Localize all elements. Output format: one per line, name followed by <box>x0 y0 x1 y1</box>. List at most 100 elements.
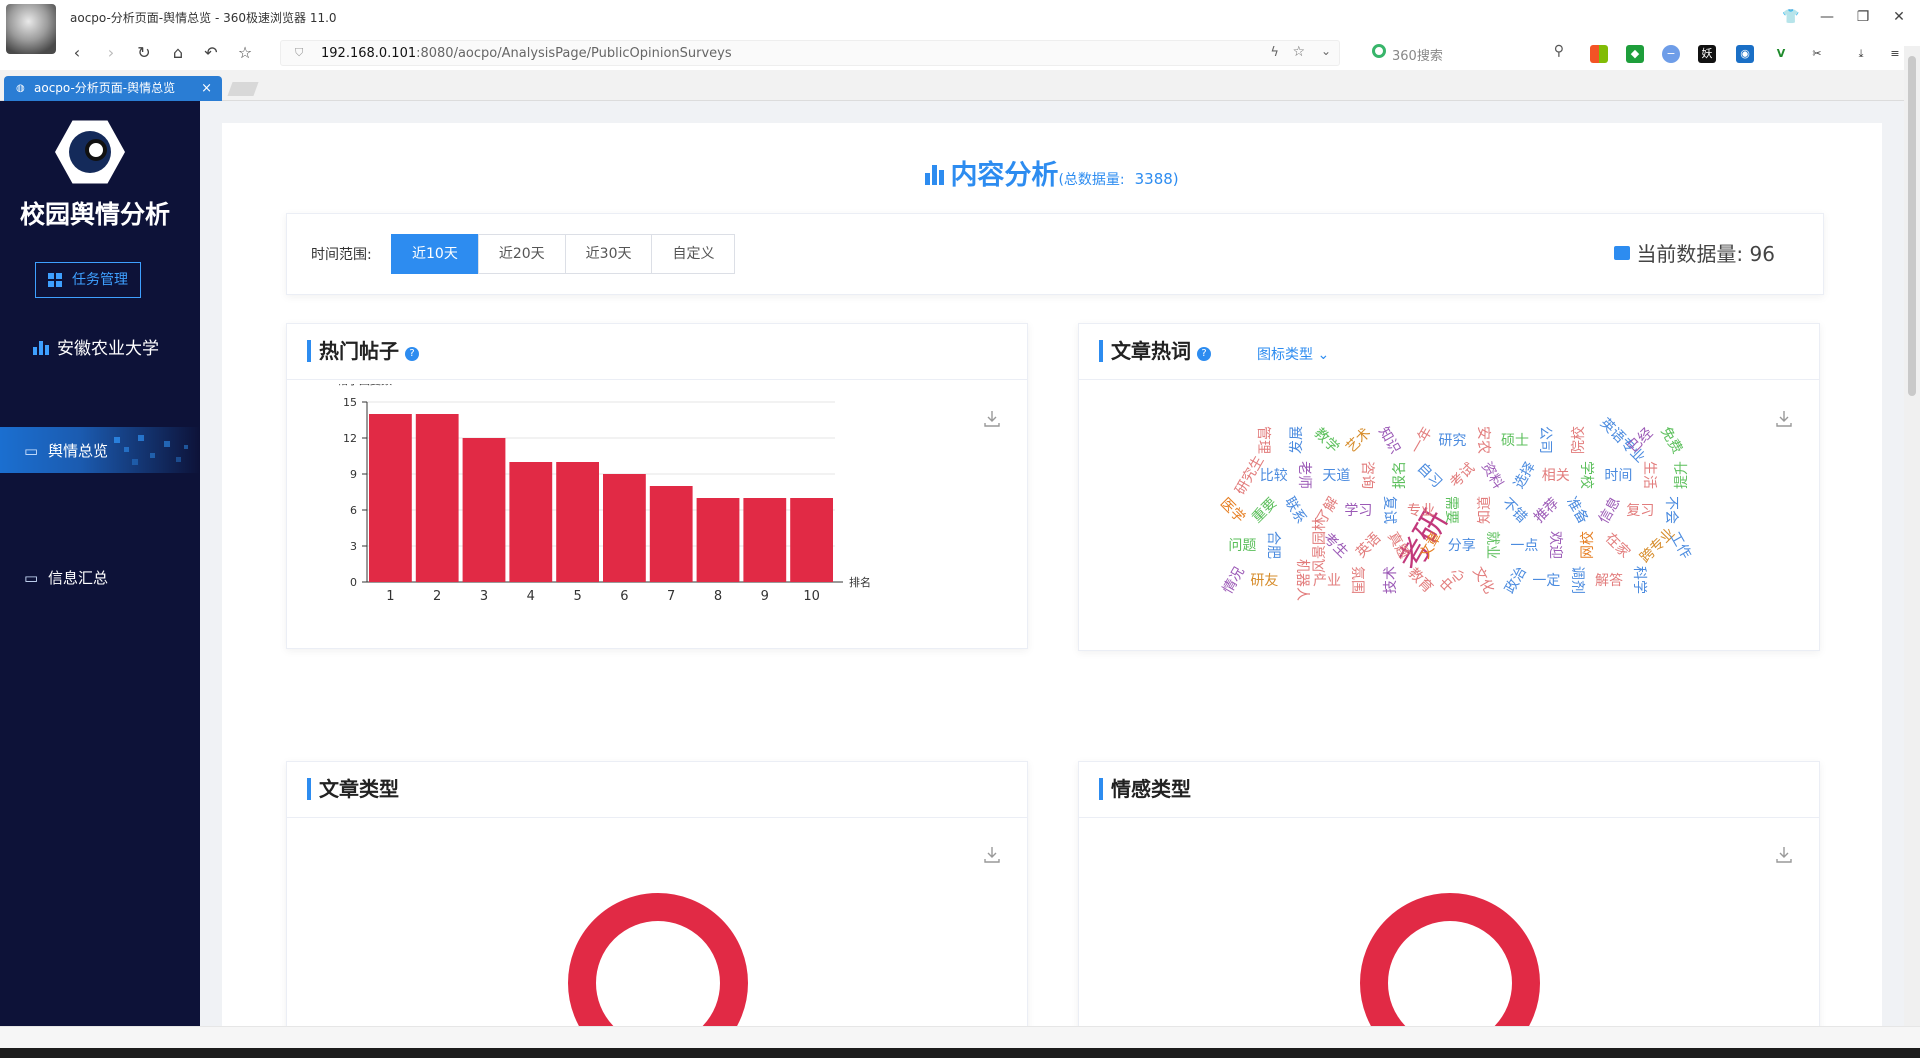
word-cloud-word: 院校 <box>1570 426 1587 454</box>
tab-close-icon[interactable]: × <box>201 76 212 101</box>
reload-icon[interactable]: ↻ <box>133 42 155 64</box>
word-cloud-word: 一定 <box>1532 573 1561 589</box>
x-tick-label: 4 <box>527 589 535 604</box>
help-icon[interactable]: ? <box>405 347 419 361</box>
word-cloud-word: 欢迎 <box>1546 531 1563 559</box>
monitor-icon: ▭ <box>24 442 39 460</box>
range-20-days-button[interactable]: 近20天 <box>477 234 566 274</box>
vue-devtools-icon[interactable]: V <box>1772 45 1790 63</box>
security-guard-icon[interactable]: ◆ <box>1626 45 1644 63</box>
download-icon[interactable]: ⤓ <box>1852 45 1870 63</box>
favorite-star-icon[interactable]: ☆ <box>1292 44 1305 60</box>
word-cloud-word: 学习 <box>1344 503 1373 519</box>
bar <box>743 498 787 582</box>
bar-chart-icon <box>925 165 945 185</box>
y-tick-label: 12 <box>343 432 357 445</box>
word-cloud-word: 研友 <box>1250 573 1279 589</box>
security-shield-icon: ⛉ <box>295 46 304 59</box>
word-cloud-word: 一点 <box>1510 538 1539 554</box>
bookmark-star-icon[interactable]: ☆ <box>234 42 256 64</box>
magnifier-icon <box>85 139 107 161</box>
card-title: 文章类型 <box>307 778 399 800</box>
task-management-button[interactable]: 任务管理 <box>35 262 141 298</box>
windows-app-icon[interactable] <box>1590 45 1608 63</box>
word-cloud-word: 自习 <box>1414 460 1446 492</box>
tab-active[interactable]: ◍ aocpo-分析页面-舆情总览 × <box>4 76 222 101</box>
new-tab-button[interactable] <box>227 82 259 96</box>
profile-avatar[interactable] <box>6 4 56 54</box>
comment-icon: ▭ <box>24 569 39 587</box>
download-icon[interactable] <box>1775 410 1793 428</box>
sidebar: 校园舆情分析 任务管理 安徽农业大学 ▭ 舆情总览 ▭ 信息汇总 <box>0 101 200 1026</box>
x-tick-label: 9 <box>761 589 769 604</box>
undo-close-icon[interactable]: ↶ <box>200 42 222 64</box>
minimize-icon[interactable]: — <box>1816 6 1838 28</box>
word-cloud-word: 科学 <box>1631 566 1648 594</box>
task-button-label: 任务管理 <box>72 272 128 288</box>
back-icon[interactable]: ‹ <box>66 42 88 64</box>
close-icon[interactable]: ✕ <box>1888 6 1910 28</box>
word-cloud-word: 就业 <box>1484 531 1501 559</box>
sidebar-item-summary[interactable]: ▭ 信息汇总 <box>24 567 108 588</box>
forward-icon[interactable]: › <box>100 42 122 64</box>
word-cloud-word: 硕士 <box>1501 433 1529 449</box>
range-10-days-button[interactable]: 近10天 <box>391 234 479 274</box>
word-cloud-word: 知识 <box>1374 424 1403 457</box>
bar <box>696 498 740 582</box>
word-cloud-word: 技术 <box>1382 566 1399 594</box>
menu-icon[interactable]: ≡ <box>1886 45 1904 63</box>
word-cloud-word: 产业 <box>1313 573 1341 589</box>
word-cloud-word: 生活 <box>1640 461 1657 489</box>
lightning-icon[interactable]: ϟ <box>1270 45 1279 60</box>
word-cloud-word: 复习 <box>1626 503 1655 519</box>
university-item[interactable]: 安徽农业大学 <box>33 334 159 359</box>
word-cloud-word: 准备 <box>1562 494 1591 527</box>
x-axis-label: 排名 <box>849 575 871 589</box>
search-box[interactable]: 360搜索 ⚲ <box>1362 40 1572 66</box>
360-search-icon <box>1372 44 1386 58</box>
message-icon <box>1614 246 1631 260</box>
card-title-text: 文章热词 <box>1111 339 1191 363</box>
hot-words-card: 文章热词? 图标类型 ⌄ 考研 管理 发展 教学 艺术 知识 一年 研究 安农 硕士 公司 院校 英语专… <box>1078 323 1820 651</box>
word-cloud-word: 医学 <box>1216 495 1248 527</box>
translate-icon[interactable]: − <box>1662 45 1680 63</box>
chart-type-label: 图标类型 <box>1257 347 1313 363</box>
word-cloud-word: 专业 <box>1407 503 1435 519</box>
home-icon[interactable]: ⌂ <box>167 42 189 64</box>
range-30-days-button[interactable]: 近30天 <box>564 234 653 274</box>
word-cloud-word: 管理 <box>1255 426 1272 454</box>
help-icon[interactable]: ? <box>1197 347 1211 361</box>
word-cloud-word: 英语 <box>1352 530 1384 562</box>
page-header: 内容分析(总数据量: 3388) <box>222 153 1882 192</box>
restore-icon[interactable]: ❐ <box>1852 6 1874 28</box>
word-cloud-word: 调剂 <box>1568 566 1585 594</box>
screenshot-camera-icon[interactable]: ◉ <box>1736 45 1754 63</box>
download-icon[interactable] <box>1775 846 1793 864</box>
grid-icon <box>48 273 62 287</box>
scroll-thumb[interactable] <box>1908 56 1916 396</box>
search-icon[interactable]: ⚲ <box>1554 43 1564 59</box>
page-scrollbar[interactable] <box>1904 46 1920 1026</box>
shirt-icon[interactable]: 👕 <box>1780 6 1802 28</box>
current-count-value: 96 <box>1749 242 1775 266</box>
range-custom-button[interactable]: 自定义 <box>651 234 736 274</box>
chevron-down-icon[interactable]: ⌄ <box>1321 44 1331 58</box>
word-cloud-word: 重要 <box>1249 495 1281 527</box>
word-cloud-word: 不会 <box>1662 496 1679 524</box>
address-bar[interactable]: ⛉ 192.168.0.101:8080/aocpo/AnalysisPage/… <box>280 40 1340 66</box>
word-cloud-word: 公司 <box>1537 426 1554 454</box>
download-icon[interactable] <box>983 410 1001 428</box>
monster-app-icon[interactable]: 妖 <box>1698 45 1716 63</box>
scissors-icon[interactable]: ✂ <box>1808 45 1826 63</box>
download-icon[interactable] <box>983 846 1001 864</box>
tab-title: aocpo-分析页面-舆情总览 <box>34 81 176 95</box>
card-title: 文章热词? <box>1099 340 1211 362</box>
sidebar-item-overview[interactable]: ▭ 舆情总览 <box>24 440 108 461</box>
card-title: 热门帖子? <box>307 340 419 362</box>
bar <box>462 438 506 582</box>
bar <box>415 414 459 582</box>
os-taskbar <box>0 1048 1920 1058</box>
word-cloud-word: 复试 <box>1380 496 1397 524</box>
card-header: 情感类型 <box>1079 762 1819 818</box>
chart-type-dropdown[interactable]: 图标类型 ⌄ <box>1257 344 1329 364</box>
